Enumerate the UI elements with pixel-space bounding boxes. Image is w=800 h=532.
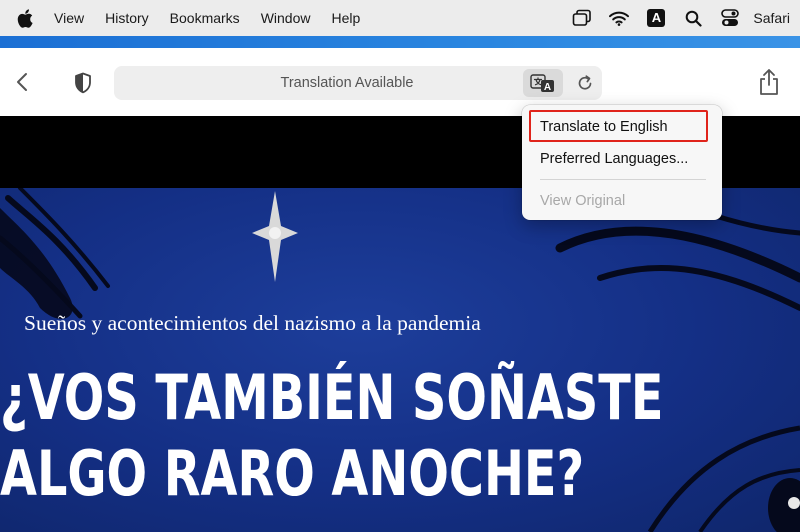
menu-item-view[interactable]: View xyxy=(54,10,84,26)
apple-icon[interactable] xyxy=(6,8,44,28)
headline-line-1: ¿VOS TAMBIÉN SOÑASTE xyxy=(0,361,664,434)
keyboard-input-letter: A xyxy=(647,9,666,27)
privacy-shield-icon[interactable] xyxy=(70,70,96,96)
translate-button[interactable]: A xyxy=(523,69,563,97)
address-text: Translation Available xyxy=(280,75,414,91)
menu-item-history[interactable]: History xyxy=(105,10,149,26)
wifi-icon[interactable] xyxy=(606,0,632,36)
menu-item-bookmarks[interactable]: Bookmarks xyxy=(170,10,240,26)
article-subtitle: Sueños y acontecimientos del nazismo a l… xyxy=(24,311,481,335)
keyboard-input-icon[interactable]: A xyxy=(643,0,669,36)
headline-line-2: ALGO RARO ANOCHE? xyxy=(0,437,585,510)
menu-option-preferred-languages[interactable]: Preferred Languages... xyxy=(540,151,688,167)
hero-banner: Sueños y acontecimientos del nazismo a l… xyxy=(0,188,800,532)
app-name-label[interactable]: Safari xyxy=(753,10,790,26)
menu-separator xyxy=(540,179,706,180)
reload-icon[interactable] xyxy=(572,71,598,95)
window-accent-strip xyxy=(0,36,800,48)
stage-manager-icon[interactable] xyxy=(569,0,595,36)
menu-item-window[interactable]: Window xyxy=(261,10,311,26)
article-headline: ¿VOS TAMBIÉN SOÑASTE ALGO RARO ANOCHE? xyxy=(0,360,664,512)
control-center-icon[interactable] xyxy=(717,0,743,36)
translate-icon-letter: A xyxy=(544,82,551,93)
menu-bar-left: View History Bookmarks Window Help xyxy=(0,0,381,36)
menu-bar-tray: A Safari xyxy=(558,0,800,36)
menu-bar: View History Bookmarks Window Help A Saf… xyxy=(0,0,800,36)
highlight-annotation xyxy=(529,110,708,142)
menu-item-help[interactable]: Help xyxy=(331,10,360,26)
address-bar[interactable]: Translation Available A xyxy=(114,66,602,100)
share-icon[interactable] xyxy=(755,66,783,98)
back-icon[interactable] xyxy=(10,68,34,96)
translate-icon: A xyxy=(530,74,554,93)
menu-option-view-original: View Original xyxy=(540,193,626,209)
search-icon[interactable] xyxy=(680,0,706,36)
